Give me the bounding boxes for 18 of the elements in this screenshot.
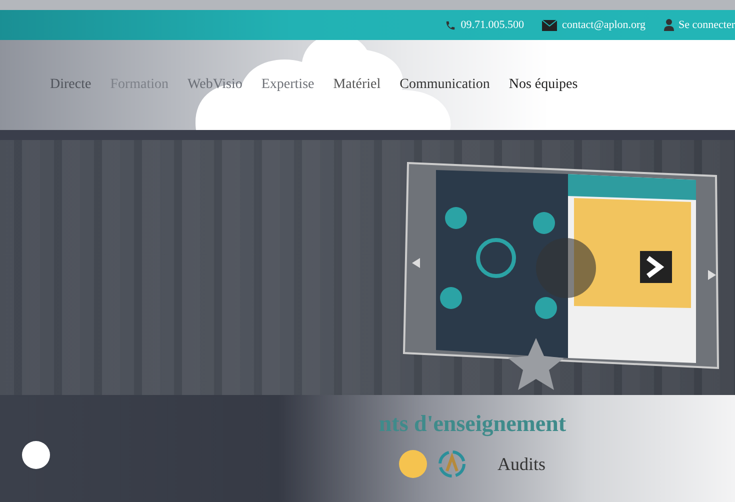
phone-icon — [444, 20, 456, 30]
envelope-icon — [542, 20, 557, 30]
login-link[interactable]: Se connecter — [664, 19, 735, 31]
logo-icon — [437, 449, 468, 479]
nav-link[interactable]: Expertise — [261, 77, 314, 93]
nav-link[interactable]: Directe — [50, 77, 92, 93]
circle-decoration — [399, 450, 428, 478]
circle-decoration — [22, 441, 50, 469]
section-heading: nts d'enseignement — [378, 411, 566, 437]
nav-link[interactable]: Communication — [400, 77, 490, 93]
nav-link[interactable]: Formation — [110, 77, 169, 93]
nav-link[interactable]: Matériel — [333, 77, 381, 93]
nav-link[interactable]: Nos équipes — [508, 77, 578, 93]
item-label: Audits — [497, 454, 546, 474]
user-icon — [664, 19, 674, 31]
nav-link[interactable]: WebVisio — [188, 77, 242, 93]
phone-link[interactable]: 09.71.005.500 — [444, 19, 524, 31]
email-link[interactable]: contact@aplon.org — [542, 19, 646, 31]
